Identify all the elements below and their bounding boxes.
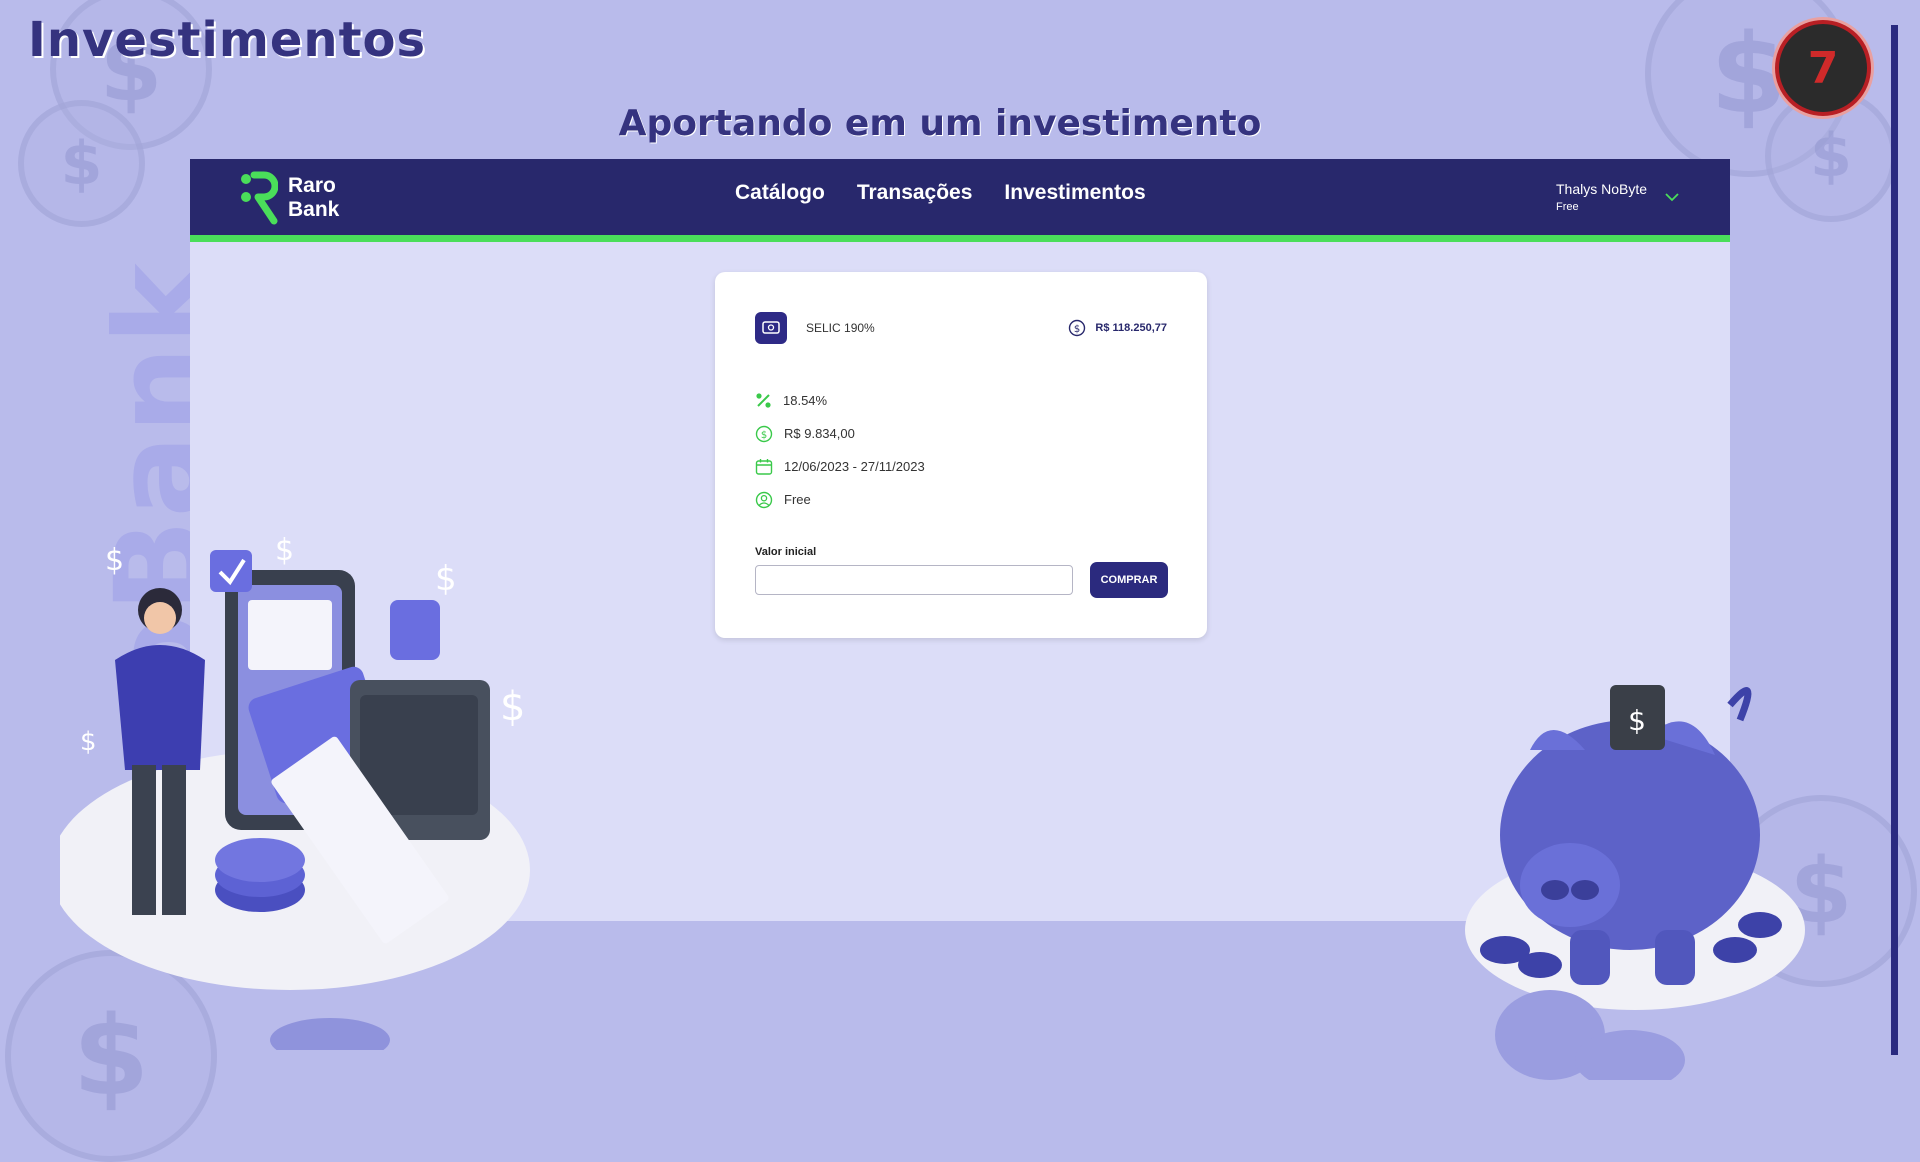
raro-logo-icon	[240, 171, 279, 225]
detail-plan: Free	[755, 483, 925, 516]
brand-line-1: Raro	[288, 174, 336, 197]
investment-details: 18.54% $ R$ 9.834,00 12/06/2023 - 27/11/…	[755, 384, 925, 516]
brand-line-2: Bank	[288, 198, 340, 221]
user-circle-icon	[755, 491, 773, 508]
svg-text:$: $	[1628, 704, 1646, 737]
nav-link-investimentos[interactable]: Investimentos	[1004, 181, 1145, 205]
user-plan: Free	[1556, 201, 1579, 213]
investment-card: SELIC 190% $ R$ 118.250,77 18.54% $ R$ 9…	[715, 272, 1207, 638]
user-name: Thalys NoByte	[1556, 181, 1648, 197]
calendar-icon	[755, 458, 773, 475]
detail-minimum: $ R$ 9.834,00	[755, 417, 925, 450]
slide-subtitle: Aportando em um investimento	[618, 103, 1262, 144]
detail-period-text: 12/06/2023 - 27/11/2023	[784, 459, 925, 474]
svg-text:$: $	[435, 559, 457, 599]
svg-text:$: $	[275, 533, 294, 568]
wallet-illustration: $ $ $ $ $	[60, 533, 530, 1050]
detail-rate: 18.54%	[755, 384, 925, 417]
nav-link-transacoes[interactable]: Transações	[857, 181, 973, 205]
investment-icon	[755, 312, 787, 344]
detail-rate-text: 18.54%	[783, 393, 828, 408]
navbar: Raro Bank Catálogo Transações Investimen…	[190, 159, 1730, 242]
svg-text:$: $	[1074, 324, 1080, 335]
balance-dollar-icon: $	[1069, 319, 1086, 337]
channel-logo-icon: 7	[1775, 20, 1871, 116]
detail-minimum-text: R$ 9.834,00	[784, 426, 855, 441]
detail-plan-text: Free	[784, 492, 811, 507]
svg-text:$: $	[761, 430, 767, 441]
detail-period: 12/06/2023 - 27/11/2023	[755, 450, 925, 483]
decorative-side-bar	[1891, 25, 1898, 1055]
chevron-down-icon[interactable]	[1665, 192, 1679, 202]
dollar-circle-icon: $	[755, 425, 773, 442]
initial-value-label: Valor inicial	[755, 546, 817, 558]
nav-link-catalogo[interactable]: Catálogo	[735, 181, 825, 205]
svg-text:$: $	[105, 543, 124, 578]
investment-name: SELIC 190%	[806, 321, 875, 335]
initial-value-input[interactable]	[755, 565, 1073, 595]
brand-logo[interactable]: Raro Bank	[240, 171, 339, 225]
account-balance: R$ 118.250,77	[1095, 322, 1167, 334]
user-menu[interactable]: Thalys NoByte Free	[1556, 181, 1679, 213]
buy-button[interactable]: COMPRAR	[1090, 562, 1168, 598]
svg-text:$: $	[500, 684, 525, 730]
piggy-bank-illustration: $	[1465, 685, 1805, 1080]
slide-title: Investimentos	[28, 12, 427, 68]
svg-text:$: $	[80, 727, 97, 757]
percent-icon	[756, 393, 771, 408]
